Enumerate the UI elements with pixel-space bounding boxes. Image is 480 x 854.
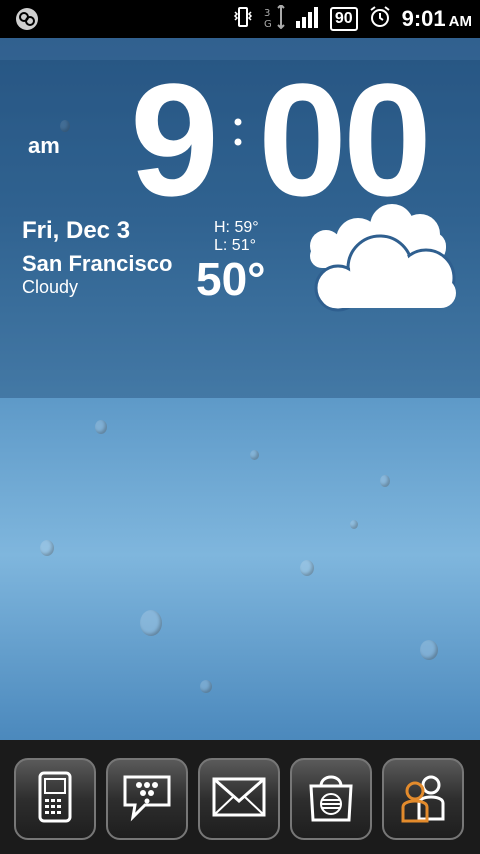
dock-contacts-button[interactable] xyxy=(382,758,464,840)
status-time-ampm: AM xyxy=(448,13,472,30)
bbm-chat-icon xyxy=(119,771,175,828)
svg-text:G: G xyxy=(264,19,272,29)
weather-temperature: 50° xyxy=(196,253,266,305)
dock xyxy=(0,740,480,854)
att-store-icon xyxy=(303,770,359,829)
weather-city[interactable]: San Francisco xyxy=(22,251,172,277)
dock-phone-button[interactable] xyxy=(14,758,96,840)
weather-condition: Cloudy xyxy=(22,277,79,297)
blackberry-phone-icon xyxy=(30,769,80,830)
battery-level: 90 xyxy=(329,7,358,31)
dock-messenger-button[interactable] xyxy=(106,758,188,840)
clock-colon xyxy=(233,112,243,162)
dock-mail-button[interactable] xyxy=(198,758,280,840)
svg-text:3: 3 xyxy=(264,8,270,19)
status-time-value: 9:01 xyxy=(401,6,446,31)
clock-hour[interactable]: 9 xyxy=(130,55,219,225)
contacts-icon xyxy=(395,769,451,830)
mail-icon xyxy=(211,775,267,824)
usb-connection-icon xyxy=(14,7,40,31)
cloudy-weather-icon[interactable] xyxy=(308,196,460,312)
data-transfer-icon: 3 G xyxy=(264,3,286,34)
alarm-icon xyxy=(368,5,392,34)
dock-store-button[interactable] xyxy=(290,758,372,840)
status-time: 9:01 AM xyxy=(402,6,472,32)
vibrate-icon xyxy=(232,6,254,33)
clock-ampm: am xyxy=(28,133,60,158)
weather-high: H: 59° xyxy=(214,219,259,236)
signal-strength-icon xyxy=(295,6,320,33)
weather-date: Fri, Dec 3 xyxy=(22,217,131,244)
status-bar: 3 G 90 9:01 AM xyxy=(0,0,480,38)
